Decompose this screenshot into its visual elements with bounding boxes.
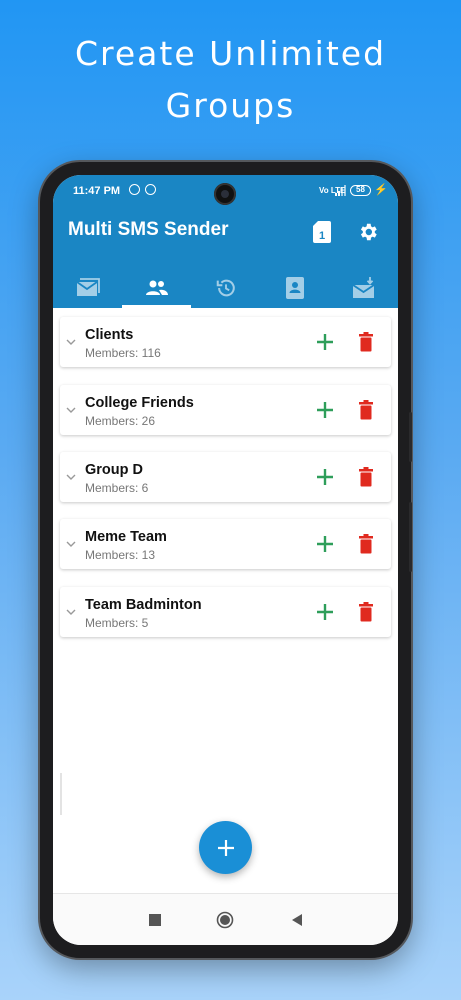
- tab-messages[interactable]: [53, 267, 122, 308]
- battery-icon: 58: [350, 185, 371, 196]
- settings-button[interactable]: [355, 219, 381, 245]
- charging-icon: ⚡: [374, 184, 388, 196]
- add-member-button[interactable]: [316, 401, 334, 419]
- system-nav-bar: [53, 893, 398, 945]
- group-name: Clients: [85, 327, 134, 343]
- signal-icon: [335, 185, 346, 196]
- back-button[interactable]: [289, 912, 305, 928]
- group-members-count: Members: 5: [85, 616, 149, 630]
- phone-frame: 11:47 PM Vo LTE 58 ⚡ Multi SMS Sender 1: [40, 162, 412, 958]
- volume-button: [409, 412, 412, 462]
- chevron-down-icon[interactable]: [66, 539, 76, 549]
- plus-icon: [217, 839, 234, 856]
- sync-icon: [129, 184, 140, 195]
- status-bar: 11:47 PM Vo LTE 58 ⚡: [53, 175, 398, 209]
- group-members-count: Members: 26: [85, 414, 156, 428]
- delete-group-button[interactable]: [358, 602, 374, 622]
- promo-headline: Create Unlimited Groups: [0, 28, 461, 132]
- active-tab-indicator: [122, 305, 191, 308]
- contact-icon: [285, 276, 304, 299]
- scroll-edge-indicator: [60, 773, 62, 815]
- group-name: Meme Team: [85, 529, 167, 545]
- chevron-down-icon[interactable]: [66, 337, 76, 347]
- group-name: Team Badminton: [85, 597, 202, 613]
- sim-card-icon: 1: [313, 221, 331, 243]
- chevron-down-icon[interactable]: [66, 472, 76, 482]
- sim-card-button[interactable]: 1: [309, 219, 335, 245]
- sync-icon: [145, 184, 156, 195]
- group-members-count: Members: 6: [85, 481, 149, 495]
- front-camera: [214, 183, 236, 205]
- tab-history[interactable]: [191, 267, 260, 308]
- gear-icon: [360, 223, 377, 241]
- headline-line-2: Groups: [165, 86, 296, 125]
- delete-group-button[interactable]: [358, 534, 374, 554]
- tab-groups[interactable]: [122, 267, 191, 308]
- chevron-down-icon[interactable]: [66, 405, 76, 415]
- group-card[interactable]: Clients Members: 116: [60, 317, 391, 367]
- app-title: Multi SMS Sender: [68, 219, 229, 240]
- home-button[interactable]: [216, 911, 234, 929]
- group-name: Group D: [85, 462, 143, 478]
- group-members-count: Members: 116: [85, 346, 161, 360]
- tab-inbox[interactable]: [329, 267, 398, 308]
- group-name: College Friends: [85, 395, 194, 411]
- app-bar: 11:47 PM Vo LTE 58 ⚡ Multi SMS Sender 1: [53, 175, 398, 308]
- headline-line-1: Create Unlimited: [74, 34, 387, 73]
- power-button: [409, 502, 412, 572]
- add-group-fab[interactable]: [199, 821, 252, 874]
- status-time: 11:47 PM: [73, 185, 121, 197]
- inbox-icon: [352, 276, 374, 298]
- add-member-button[interactable]: [316, 603, 334, 621]
- sim-number: 1: [319, 230, 325, 242]
- group-card[interactable]: Meme Team Members: 13: [60, 519, 391, 569]
- delete-group-button[interactable]: [358, 467, 374, 487]
- phone-screen: 11:47 PM Vo LTE 58 ⚡ Multi SMS Sender 1: [53, 175, 398, 945]
- add-member-button[interactable]: [316, 535, 334, 553]
- group-card[interactable]: College Friends Members: 26: [60, 385, 391, 435]
- tab-bar: [53, 267, 398, 308]
- tab-contacts[interactable]: [260, 267, 329, 308]
- add-member-button[interactable]: [316, 333, 334, 351]
- message-icon: [75, 277, 100, 296]
- group-members-count: Members: 13: [85, 548, 156, 562]
- delete-group-button[interactable]: [358, 332, 374, 352]
- history-icon: [216, 279, 235, 296]
- delete-group-button[interactable]: [358, 400, 374, 420]
- groups-icon: [145, 280, 168, 295]
- recents-button[interactable]: [147, 912, 163, 928]
- chevron-down-icon[interactable]: [66, 607, 76, 617]
- group-card[interactable]: Group D Members: 6: [60, 452, 391, 502]
- add-member-button[interactable]: [316, 468, 334, 486]
- group-card[interactable]: Team Badminton Members: 5: [60, 587, 391, 637]
